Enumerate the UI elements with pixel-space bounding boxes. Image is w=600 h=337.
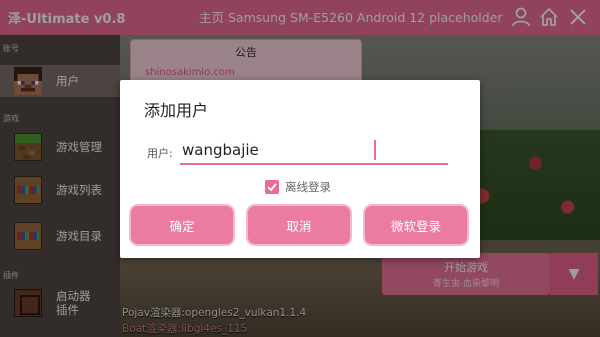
add-user-dialog: 添加用户 用户: 离线登录 确定 取消 微软登录 [120,80,480,258]
dialog-title: 添加用户 [144,101,209,120]
username-input[interactable] [180,137,448,165]
cancel-button[interactable]: 取消 [246,204,352,246]
text-cursor [374,140,376,160]
offline-login-checkbox[interactable]: 离线登录 [265,179,331,195]
offline-login-label: 离线登录 [285,180,331,194]
confirm-button[interactable]: 确定 [129,204,235,246]
checkbox-checked-icon [265,180,279,194]
username-label: 用户: [147,147,173,160]
microsoft-login-button[interactable]: 微软登录 [363,204,469,246]
